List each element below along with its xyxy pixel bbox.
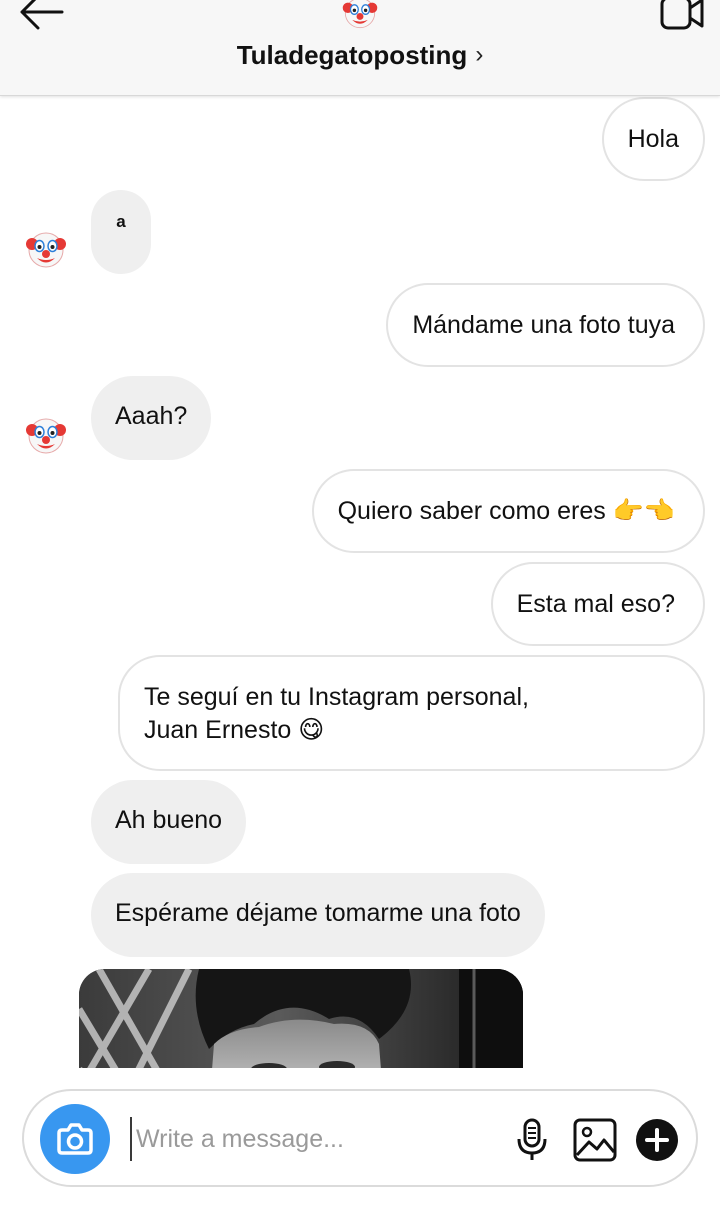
message-bubble-outgoing[interactable]: Esta mal eso? (490, 562, 705, 646)
message-bubble-outgoing[interactable]: Mándame una foto tuya (386, 283, 705, 367)
message-bubble-outgoing[interactable]: Hola (601, 97, 705, 181)
message-thread[interactable]: Hola a Mándame una foto tuya Aaah? Quier… (0, 96, 720, 1068)
camera-icon (57, 1123, 93, 1155)
message-line: Juan Ernesto 😋 (144, 716, 325, 744)
clown-face-icon[interactable] (24, 228, 68, 272)
microphone-icon (517, 1118, 547, 1160)
photo-image (79, 969, 523, 1068)
message-bubble-incoming[interactable]: a (91, 190, 151, 274)
chat-title-link[interactable]: Tuladegatoposting › (0, 40, 720, 71)
message-bubble-incoming[interactable]: Ah bueno (91, 780, 247, 864)
chevron-right-icon: › (475, 41, 484, 68)
message-line: Te seguí en tu Instagram personal, (144, 683, 529, 711)
chat-header: Tuladegatoposting › (0, 0, 720, 96)
gallery-button[interactable] (572, 1117, 618, 1163)
back-arrow-icon (20, 0, 64, 30)
message-bubble-incoming[interactable]: Aaah? (91, 376, 212, 460)
video-call-button[interactable] (658, 0, 706, 34)
message-composer (22, 1089, 698, 1187)
clown-face-icon[interactable] (341, 0, 379, 32)
message-bubble-outgoing[interactable]: Quiero saber como eres 👉👈 (311, 469, 705, 553)
camera-button[interactable] (40, 1104, 110, 1174)
plus-icon (645, 1128, 669, 1152)
add-button[interactable] (636, 1119, 678, 1161)
clown-face-icon[interactable] (24, 414, 68, 458)
message-bubble-incoming[interactable]: Espérame déjame tomarme una foto (91, 873, 545, 957)
image-gallery-icon (573, 1118, 617, 1162)
shared-photo[interactable] (79, 969, 523, 1068)
video-call-icon (660, 0, 704, 30)
message-bubble-outgoing[interactable]: Te seguí en tu Instagram personal, Juan … (118, 655, 705, 771)
chat-title: Tuladegatoposting (236, 40, 468, 70)
microphone-button[interactable] (514, 1117, 550, 1163)
back-button[interactable] (14, 0, 70, 34)
message-input[interactable] (130, 1117, 496, 1161)
